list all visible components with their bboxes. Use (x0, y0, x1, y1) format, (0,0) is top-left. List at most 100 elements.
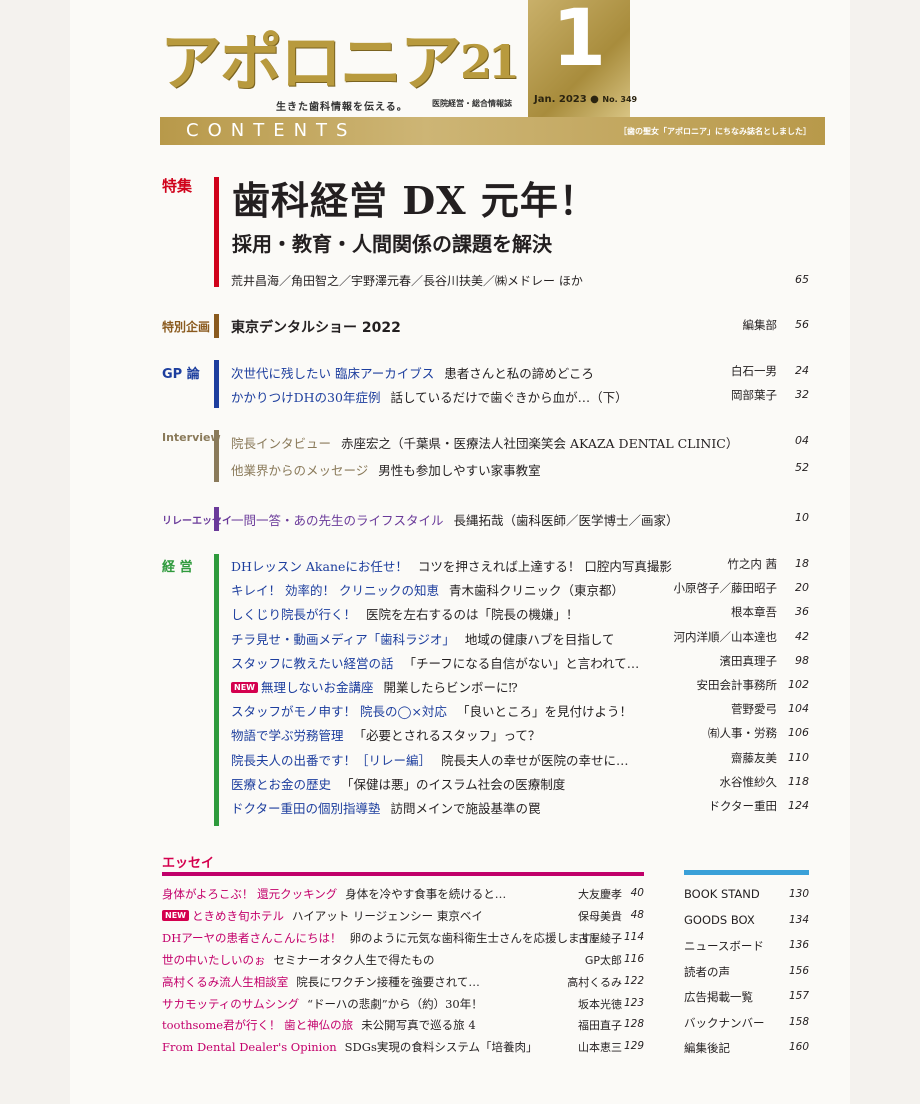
interview-item[interactable]: 院長インタビュー 赤座宏之（千葉県・医療法人社団楽笑会 AKAZA DENTAL … (231, 433, 809, 455)
page-number: 129 (623, 1040, 644, 1053)
sidebar-item[interactable]: GOODS BOX 134 (684, 913, 809, 935)
essay-label: エッセイ (162, 856, 215, 871)
management-item[interactable]: キレイ！ 効率的！ クリニックの知恵 青木歯科クリニック（東京都） 小原啓子／藤田昭… (231, 580, 809, 602)
special-bar (214, 314, 219, 338)
management-item[interactable]: しくじり院長が行く！ 医院を左右するのは「院長の機嫌」！ 根本章吾 36 (231, 604, 809, 626)
feature-authors: 荒井昌海／角田智之／宇野澤元春／長谷川扶美／㈱メドレー ほか (231, 274, 583, 288)
management-item-title: スタッフに教えたい経営の話 「チーフになる自信がない」と言われて… (231, 653, 639, 672)
management-item-subtitle: 院長夫人の幸せが医院の幸せに… (441, 752, 629, 768)
feature-authors-row[interactable]: 荒井昌海／角田智之／宇野澤元春／長谷川扶美／㈱メドレー ほか 65 (231, 272, 809, 294)
management-item[interactable]: スタッフがモノ申す！ 院長の◯×対応 「良いところ」を見付けよう！ 菅野愛弓 104 (231, 701, 809, 723)
management-item-title-text: 院長夫人の出番です！［リレー編］ (231, 752, 432, 768)
management-item-title: NEW 無理しないお金講座 開業したらビンボーに⁉ (231, 677, 518, 696)
sidebar-item-label: ニュースボード (684, 939, 764, 953)
interview-item-title-text: 他業界からのメッセージ (231, 463, 369, 478)
page-number: 20 (795, 581, 809, 595)
author: 編集部 (742, 318, 778, 332)
management-item[interactable]: 物語で学ぶ労務管理 「必要とされるスタッフ」って？ ㈲人事・労務 106 (231, 725, 809, 747)
gp-item-subtitle: 話しているだけで歯ぐきから血が…（下） (390, 390, 628, 405)
management-item[interactable]: 医療とお金の歴史 「保健は悪」のイスラム社会の医療制度 水谷惟紗久 118 (231, 774, 809, 796)
essay-item-title-text: 高村くるみ流人生相談室 (162, 974, 289, 989)
essay-item[interactable]: 高村くるみ流人生相談室 院長にワクチン接種を強要されて… 高村くるみ 122 (162, 974, 644, 996)
gp-label: GP 論 (162, 367, 200, 382)
sidebar-item[interactable]: バックナンバー 158 (684, 1015, 809, 1037)
feature-title[interactable]: 歯科経営 DX 元年！ (232, 170, 598, 225)
essay-item[interactable]: サカモッティのサムシング “ドーハの悲劇”から（約）30年！ 坂本光徳 123 (162, 996, 644, 1018)
essay-item-title-text: 世の中いたしいのぉ (162, 952, 266, 967)
essay-item-subtitle: 未公開写真で巡る旅 4 (361, 1018, 476, 1033)
author: GP太郎 (584, 953, 622, 967)
essay-item-title: サカモッティのサムシング “ドーハの悲劇”から（約）30年！ (162, 996, 483, 1012)
sidebar-item[interactable]: 広告掲載一覧 157 (684, 989, 809, 1011)
management-item[interactable]: 院長夫人の出番です！［リレー編］ 院長夫人の幸せが医院の幸せに… 齋藤友美 110 (231, 750, 809, 772)
essay-item-subtitle: 院長にワクチン接種を強要されて… (296, 974, 480, 989)
page-number: 10 (795, 511, 809, 524)
sidebar-item-label: 編集後記 (684, 1041, 730, 1055)
sidebar-item[interactable]: ニュースボード 136 (684, 938, 809, 960)
sidebar-rule (684, 870, 809, 875)
management-item-title-text: 無理しないお金講座 (260, 680, 374, 695)
essay-item-subtitle: 身体を冷やす食事を続けると… (345, 887, 507, 901)
author: 白石一男 (731, 364, 777, 378)
page-number: 24 (795, 364, 809, 377)
gp-item-title-text: 次世代に残したい 臨床アーカイブス (231, 366, 435, 381)
page-number: 42 (795, 629, 809, 643)
author: 竹之内 茜 (727, 557, 777, 571)
relay-item-title: 一問一答・あの先生のライフスタイル 長縄拓哉（歯科医師／医学博士／画家） (231, 510, 679, 529)
management-item[interactable]: NEW 無理しないお金講座 開業したらビンボーに⁉ 安田会計事務所 102 (231, 677, 809, 699)
management-item-title: しくじり院長が行く！ 医院を左右するのは「院長の機嫌」！ (231, 604, 579, 623)
management-label: 経 営 (162, 560, 193, 575)
page-number: 118 (788, 774, 809, 788)
essay-item-title: 高村くるみ流人生相談室 院長にワクチン接種を強要されて… (162, 974, 480, 990)
sidebar-item[interactable]: 編集後記 160 (684, 1040, 809, 1062)
essay-item-title-text: DHアーヤの患者さんこんにちは！ (162, 930, 342, 945)
management-item-title-text: チラ見せ・動画メディア「歯科ラジオ」 (231, 631, 455, 647)
essay-item[interactable]: toothsome君が行く！ 歯と神仏の旅 未公開写真で巡る旅 4 福田直子 128 (162, 1017, 644, 1039)
author: 古屋綾子 (578, 931, 622, 945)
page-number: 48 (630, 908, 644, 921)
essay-item[interactable]: NEW ときめき旬ホテル ハイアット リージェンシー 東京ベイ 保母美貴 48 (162, 908, 644, 930)
author: 山本恵三 (578, 1041, 622, 1055)
interview-item[interactable]: 他業界からのメッセージ 男性も参加しやすい家事教室 52 (231, 460, 809, 482)
essay-item[interactable]: DHアーヤの患者さんこんにちは！ 卵のように元気な歯科衛生士さんを応援します！ 古屋… (162, 930, 644, 952)
contents-banner: CONTENTS ［歯の聖女「アポロニア」にちなみ誌名としました］ (160, 117, 825, 145)
interview-bar (214, 430, 219, 482)
new-badge: NEW (162, 909, 189, 921)
management-item[interactable]: スタッフに教えたい経営の話 「チーフになる自信がない」と言われて… 濱田真理子 98 (231, 653, 809, 675)
essay-item[interactable]: 世の中いたしいのぉ セミナーオタク人生で得たもの GP太郎 116 (162, 952, 644, 974)
management-item-subtitle: 開業したらビンボーに⁉ (383, 680, 518, 695)
feature-label: 特集 (162, 177, 193, 195)
essay-item-title: DHアーヤの患者さんこんにちは！ 卵のように元気な歯科衛生士さんを応援します！ (162, 930, 603, 946)
author: ㈲人事・労務 (708, 726, 777, 741)
page-number: 122 (623, 974, 644, 987)
sidebar-item[interactable]: BOOK STAND 130 (684, 887, 809, 909)
essay-item-title-text: サカモッティのサムシング (162, 996, 300, 1011)
essay-item[interactable]: 身体がよろこぶ！ 還元クッキング 身体を冷やす食事を続けると… 大友慶孝 40 (162, 886, 644, 908)
gp-item[interactable]: かかりつけDHの30年症例 話しているだけで歯ぐきから血が…（下） 岡部葉子 32 (231, 387, 809, 409)
management-bar (214, 554, 219, 826)
page-number: 104 (788, 702, 809, 716)
page-number: 123 (623, 996, 644, 1009)
relay-item[interactable]: 一問一答・あの先生のライフスタイル 長縄拓哉（歯科医師／医学博士／画家） 10 (231, 510, 809, 532)
essay-item-title: 身体がよろこぶ！ 還元クッキング 身体を冷やす食事を続けると… (162, 886, 506, 902)
management-item[interactable]: DHレッスン Akaneにお任せ！ コツを押さえれば上達する！ 口腔内写真撮影 竹之… (231, 556, 809, 578)
essay-item-title-text: toothsome君が行く！ 歯と神仏の旅 (162, 1018, 354, 1033)
management-item[interactable]: ドクター重田の個別指導塾 訪問メインで施設基準の罠 ドクター重田 124 (231, 798, 809, 820)
management-item-title-text: 医療とお金の歴史 (231, 776, 332, 792)
gp-item[interactable]: 次世代に残したい 臨床アーカイブス 患者さんと私の諦めどころ 白石一男 24 (231, 363, 809, 385)
interview-label: Interview (162, 431, 221, 444)
page-number: 128 (623, 1018, 644, 1031)
interview-item-subtitle: 赤座宏之（千葉県・医療法人社団楽笑会 AKAZA DENTAL CLINIC） (341, 436, 739, 451)
management-item-title: 院長夫人の出番です！［リレー編］ 院長夫人の幸せが医院の幸せに… (231, 750, 629, 769)
essay-item[interactable]: From Dental Dealer's Opinion SDGs実現の食料システ… (162, 1039, 644, 1061)
author: ドクター重田 (708, 799, 777, 813)
sidebar-item[interactable]: 読者の声 156 (684, 964, 809, 986)
genre-label: 医院経営・総合情報誌 (432, 99, 512, 108)
management-item-title: スタッフがモノ申す！ 院長の◯×対応 「良いところ」を見付けよう！ (231, 701, 632, 720)
contents-title: CONTENTS (186, 120, 357, 141)
relay-label: リレーエッセイ (162, 516, 232, 527)
page-number: 157 (788, 990, 809, 1002)
management-item[interactable]: チラ見せ・動画メディア「歯科ラジオ」 地域の健康ハブを目指して 河内洋順／山本達也 4… (231, 629, 809, 651)
sidebar-item-label: 広告掲載一覧 (684, 990, 753, 1004)
special-row[interactable]: 東京デンタルショー 2022 編集部 56 (231, 317, 809, 339)
